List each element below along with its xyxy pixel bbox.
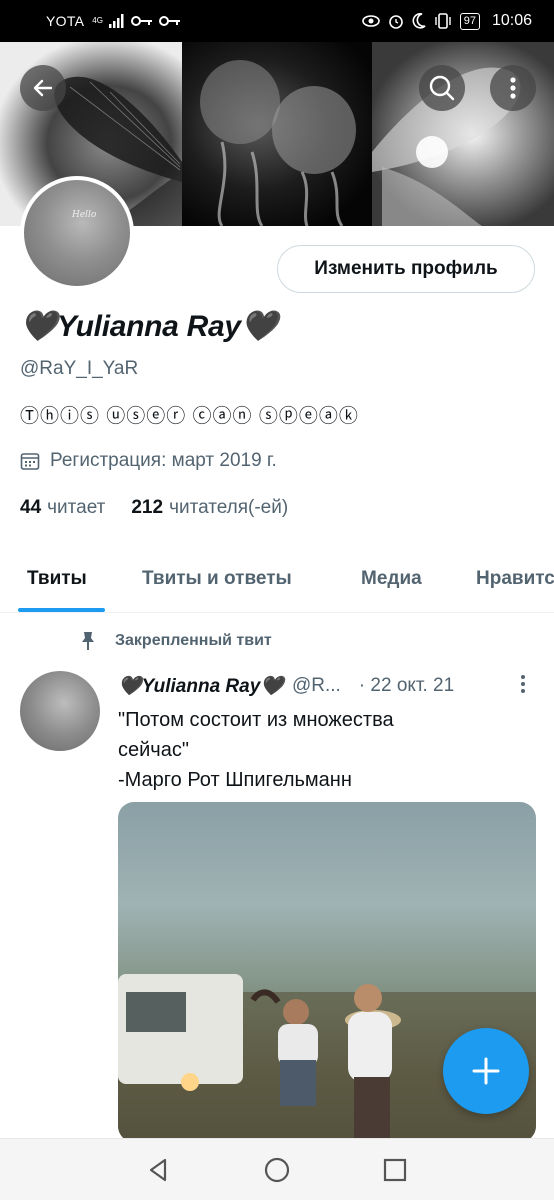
home-circle-icon[interactable] <box>263 1156 291 1184</box>
tab-likes[interactable]: Нравится <box>476 568 554 590</box>
carrier-label: YOTA <box>46 13 85 29</box>
following-link[interactable]: 44 читает <box>20 497 105 519</box>
tweet-text-line: сейчас" <box>118 739 189 761</box>
eye-icon <box>361 15 380 27</box>
status-bar-right: 97 10:06 <box>361 12 532 30</box>
back-button[interactable] <box>20 65 66 111</box>
calendar-icon <box>20 453 40 470</box>
key-icon <box>158 16 180 26</box>
profile-handle: @RaY_I_YaR <box>20 358 139 379</box>
joined-text: Регистрация: март 2019 г. <box>50 450 277 471</box>
compose-tweet-button[interactable] <box>443 1028 529 1114</box>
avatar-caption: Hello <box>72 210 97 220</box>
follow-stats: 44 читает 212 читателя(-ей) <box>20 497 288 519</box>
edit-profile-button[interactable]: Изменить профиль <box>277 245 535 293</box>
banner-panel-xray <box>182 42 372 226</box>
tab-media[interactable]: Медиа <box>361 568 422 590</box>
pinned-text: Закрепленный твит <box>115 632 272 649</box>
network-type-label: 4G <box>92 17 103 25</box>
tweet-more-icon[interactable] <box>518 673 528 695</box>
profile-display-name: 🖤Yulianna Ray🖤 <box>20 310 278 343</box>
active-tab-indicator <box>18 608 105 612</box>
tweet-author-handle[interactable]: @R... <box>292 675 341 697</box>
tweet-author-avatar[interactable] <box>20 671 100 751</box>
alarm-icon <box>388 15 403 29</box>
tweet-text-line: "Потом состоит из множества <box>118 709 394 731</box>
pin-icon <box>82 632 94 650</box>
profile-joined: Регистрация: март 2019 г. <box>20 450 277 472</box>
status-bar: YOTA 4G 97 10:06 <box>0 0 554 42</box>
tweet-date[interactable]: · 22 окт. 21 <box>359 675 454 697</box>
profile-bio: Ⓣⓗⓘⓢ ⓤⓢⓔⓡ ⓒⓐⓝ ⓢⓟⓔⓐⓚ <box>20 406 359 427</box>
tab-tweets[interactable]: Твиты <box>27 568 87 590</box>
battery-icon: 97 <box>459 12 480 30</box>
following-count: 44 <box>20 497 42 518</box>
vibrate-icon <box>435 13 451 29</box>
tweet-text: "Потом состоит из множества сейчас" -Мар… <box>118 705 528 795</box>
network-type-text: 4G <box>92 16 103 25</box>
search-icon <box>429 75 455 101</box>
plus-icon <box>472 1057 500 1085</box>
profile-avatar[interactable]: Hello <box>20 176 134 290</box>
profile-tabs: Твиты Твиты и ответы Медиа Нравится <box>0 551 554 613</box>
recents-square-icon[interactable] <box>381 1156 409 1184</box>
tab-tweets-replies[interactable]: Твиты и ответы <box>142 568 292 590</box>
tweet-author-name[interactable]: 🖤Yulianna Ray🖤 <box>118 674 284 698</box>
followers-count: 212 <box>131 497 164 518</box>
tweet-header: 🖤Yulianna Ray🖤 @R... · 22 окт. 21 <box>118 674 454 698</box>
clock: 10:06 <box>491 12 532 29</box>
moon-icon <box>412 13 426 29</box>
signal-icon <box>108 14 124 28</box>
status-bar-left: YOTA 4G <box>46 13 362 29</box>
followers-label: читателя(-ей) <box>169 497 289 518</box>
arrow-left-icon <box>33 79 53 97</box>
search-button[interactable] <box>419 65 465 111</box>
back-triangle-icon[interactable] <box>145 1156 173 1184</box>
tweet-text-line: -Марго Рот Шпигельманн <box>118 769 352 791</box>
pinned-tweet-label: Закрепленный твит <box>79 631 272 651</box>
more-button[interactable] <box>490 65 536 111</box>
more-vertical-icon <box>510 77 516 99</box>
system-nav-bar <box>0 1138 554 1200</box>
key-icon <box>130 16 152 26</box>
following-label: читает <box>47 497 106 518</box>
xray-skull-image <box>200 60 356 226</box>
followers-link[interactable]: 212 читателя(-ей) <box>131 497 288 519</box>
